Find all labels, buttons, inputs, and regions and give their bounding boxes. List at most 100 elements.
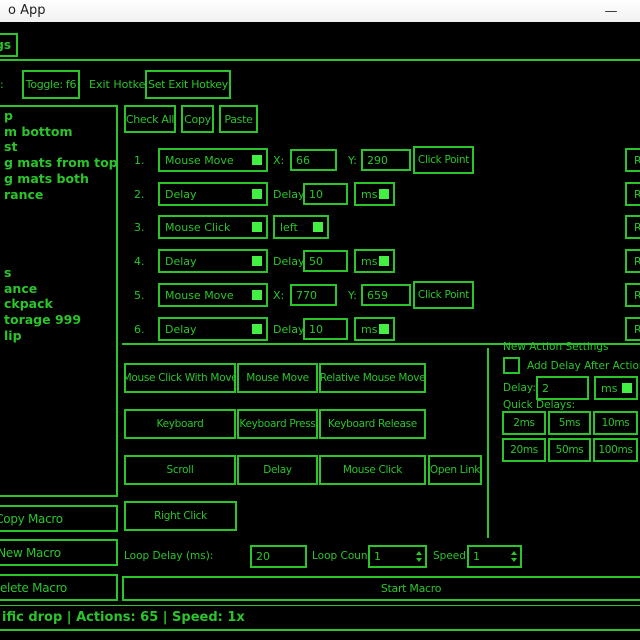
unit-dropdown[interactable]: ms — [354, 317, 395, 341]
dropdown-indicator-icon — [252, 189, 262, 199]
add-delay-button[interactable]: Delay — [237, 455, 318, 485]
x-label: X: — [273, 289, 284, 302]
copy-button[interactable]: Copy — [181, 105, 214, 133]
loop-delay-label: Loop Delay (ms): — [124, 550, 213, 562]
row-number: 5. — [134, 289, 145, 302]
action-row: 5. Mouse Move X: Y: Click Point R — [0, 283, 640, 309]
x-input[interactable] — [290, 149, 337, 171]
macro-app-window: o App — gs : Toggle: f6 Exit Hotkey: Set… — [0, 0, 640, 640]
new-macro-button[interactable]: New Macro — [0, 539, 118, 566]
dropdown-indicator-icon — [313, 222, 323, 232]
add-open-link-button[interactable]: Open Link — [428, 455, 482, 485]
macro-list-item[interactable]: m bottom — [4, 124, 72, 140]
new-action-delay-input[interactable] — [536, 376, 589, 400]
paste-button[interactable]: Paste — [219, 105, 258, 133]
action-type-dropdown[interactable]: Delay — [158, 249, 268, 273]
new-action-unit-dropdown[interactable]: ms — [594, 376, 638, 400]
mouse-button-dropdown[interactable]: left — [273, 215, 329, 239]
action-type-dropdown[interactable]: Delay — [158, 182, 268, 206]
dropdown-indicator-icon — [252, 290, 262, 300]
y-input[interactable] — [361, 284, 411, 306]
add-delay-after-action-checkbox[interactable] — [503, 357, 520, 374]
loop-delay-input[interactable] — [250, 545, 307, 568]
action-type-value: Delay — [165, 188, 197, 201]
action-type-dropdown[interactable]: Mouse Move — [158, 283, 268, 307]
dropdown-indicator-icon — [252, 155, 262, 165]
dropdown-indicator-icon — [252, 324, 262, 334]
y-input[interactable] — [361, 149, 411, 171]
y-label: Y: — [348, 289, 357, 302]
remove-action-button[interactable]: R — [625, 215, 640, 239]
add-mouse-click-with-move-button[interactable]: Mouse Click With Move — [124, 363, 236, 393]
row-number: 3. — [134, 221, 145, 234]
set-exit-hotkey-button[interactable]: Set Exit Hotkey — [145, 70, 231, 99]
delay-input[interactable] — [303, 318, 348, 340]
quick-delay-2ms-button[interactable]: 2ms — [502, 411, 546, 435]
quick-delay-50ms-button[interactable]: 50ms — [548, 438, 591, 462]
check-all-button[interactable]: Check All — [124, 105, 176, 133]
delay-input[interactable] — [303, 183, 348, 205]
tab-settings[interactable]: gs — [0, 33, 18, 57]
window-title: o App — [8, 3, 45, 18]
loop-count-value: 1 — [370, 550, 416, 563]
action-type-dropdown[interactable]: Mouse Click — [158, 215, 268, 239]
new-action-delay-label: Delay: — [503, 382, 536, 394]
quick-delay-10ms-button[interactable]: 10ms — [593, 411, 638, 435]
action-type-dropdown[interactable]: Delay — [158, 317, 268, 341]
speed-value: 1 — [469, 550, 511, 563]
click-point-button[interactable]: Click Point — [413, 146, 474, 174]
remove-action-button[interactable]: R — [625, 283, 640, 307]
remove-action-button[interactable]: R — [625, 249, 640, 273]
action-type-dropdown[interactable]: Mouse Move — [158, 148, 268, 172]
x-input[interactable] — [290, 284, 337, 306]
add-keyboard-press-button[interactable]: Keyboard Press — [237, 409, 318, 439]
add-keyboard-button[interactable]: Keyboard — [124, 409, 236, 439]
stepper-arrows-icon[interactable] — [511, 551, 517, 562]
hotkey-label-fragment: : — [0, 78, 4, 91]
macro-list-item[interactable]: p — [4, 108, 13, 124]
add-mouse-move-button[interactable]: Mouse Move — [237, 363, 318, 393]
delete-macro-button[interactable]: Delete Macro — [0, 574, 118, 601]
action-row: 4. Delay Delay ms R — [0, 249, 640, 275]
unit-dropdown[interactable]: ms — [354, 182, 395, 206]
status-bar-top-border — [0, 605, 640, 606]
row-number: 2. — [134, 188, 145, 201]
quick-delay-5ms-button[interactable]: 5ms — [548, 411, 591, 435]
dropdown-indicator-icon — [379, 324, 389, 334]
action-type-value: Mouse Move — [165, 154, 234, 167]
remove-action-button[interactable]: R — [625, 182, 640, 206]
remove-action-button[interactable]: R — [625, 148, 640, 172]
toggle-hotkey-button[interactable]: Toggle: f6 — [22, 70, 80, 99]
minimize-button[interactable]: — — [594, 0, 628, 22]
action-row: 3. Mouse Click left R — [0, 215, 640, 241]
row-number: 4. — [134, 255, 145, 268]
quick-delays-label: Quick Delays: — [503, 399, 575, 411]
start-macro-button[interactable]: Start Macro — [122, 576, 640, 601]
add-keyboard-release-button[interactable]: Keyboard Release — [319, 409, 426, 439]
quick-delay-100ms-button[interactable]: 100ms — [593, 438, 638, 462]
unit-value: ms — [361, 323, 377, 336]
stepper-arrows-icon[interactable] — [416, 551, 422, 562]
action-type-value: Delay — [165, 323, 197, 336]
remove-action-button[interactable]: R — [625, 317, 640, 341]
loop-count-stepper[interactable]: 1 — [368, 545, 427, 568]
unit-dropdown[interactable]: ms — [354, 249, 395, 273]
action-row: 1. Mouse Move X: Y: Click Point R — [0, 148, 640, 174]
speed-stepper[interactable]: 1 — [467, 545, 522, 568]
quick-delay-20ms-button[interactable]: 20ms — [502, 438, 546, 462]
tab-label: gs — [0, 38, 11, 52]
add-relative-mouse-move-button[interactable]: Relative Mouse Move — [319, 363, 426, 393]
status-bar-bottom-border — [0, 629, 640, 631]
delay-input[interactable] — [303, 250, 348, 272]
copy-macro-button[interactable]: Copy Macro — [0, 505, 118, 532]
add-right-click-button[interactable]: Right Click — [124, 501, 237, 531]
click-point-button[interactable]: Click Point — [413, 281, 474, 309]
speed-label: Speed: — [433, 550, 469, 562]
title-bar: o App — — [0, 0, 640, 22]
dropdown-indicator-icon — [622, 383, 632, 393]
add-mouse-click-button[interactable]: Mouse Click — [319, 455, 426, 485]
y-label: Y: — [348, 154, 357, 167]
delay-label: Delay — [273, 255, 305, 268]
add-scroll-button[interactable]: Scroll — [124, 455, 236, 485]
unit-value: ms — [361, 188, 377, 201]
